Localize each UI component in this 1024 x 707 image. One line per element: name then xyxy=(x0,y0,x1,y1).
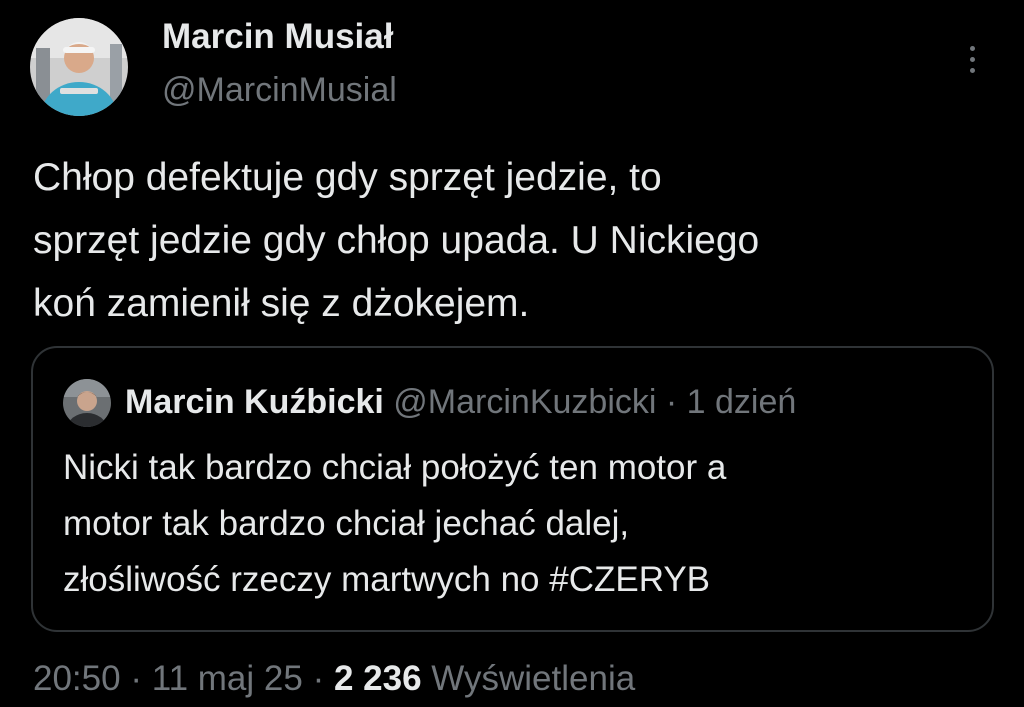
tweet-text-line: koń zamienił się z dżokejem. xyxy=(33,282,530,325)
separator-dot: · xyxy=(130,659,142,698)
quoted-tweet-time[interactable]: 1 dzień xyxy=(687,383,797,421)
tweet-text-line: sprzęt jedzie gdy chłop upada. U Nickieg… xyxy=(33,219,760,262)
views-label: Wyświetlenia xyxy=(431,659,636,698)
more-vertical-icon xyxy=(969,45,975,51)
views-count: 2 236 xyxy=(333,659,422,698)
more-options-button[interactable] xyxy=(956,36,988,82)
quoted-author-name[interactable]: Marcin Kuźbicki xyxy=(125,383,384,421)
quoted-text-line: złośliwość rzeczy martwych no #CZERYB xyxy=(63,560,711,599)
quoted-tweet[interactable]: Marcin Kuźbicki @MarcinKuzbicki · 1 dzie… xyxy=(31,346,994,632)
tweet[interactable]: Marcin Musiał @MarcinMusial Chłop defekt… xyxy=(0,0,1024,707)
quoted-author-handle[interactable]: @MarcinKuzbicki xyxy=(393,383,656,421)
more-vertical-icon xyxy=(969,67,975,73)
tweet-text: Chłop defektuje gdy sprzęt jedzie, to sp… xyxy=(33,146,993,335)
quoted-tweet-text: Nicki tak bardzo chciał położyć ten moto… xyxy=(63,440,983,608)
tweet-date[interactable]: 11 maj 25 xyxy=(152,659,303,698)
more-vertical-icon xyxy=(969,56,975,62)
quoted-text-line: Nicki tak bardzo chciał położyć ten moto… xyxy=(63,448,727,487)
tweet-metadata: 20:50 · 11 maj 25 · 2 236 Wyświetlenia xyxy=(33,656,635,702)
author-handle[interactable]: @MarcinMusial xyxy=(162,68,397,112)
quoted-author-avatar[interactable] xyxy=(63,379,111,427)
tweet-time[interactable]: 20:50 xyxy=(33,659,121,698)
quoted-text-line: motor tak bardzo chciał jechać dalej, xyxy=(63,504,630,543)
author-avatar[interactable] xyxy=(30,18,128,116)
separator-dot: · xyxy=(665,383,678,421)
tweet-text-line: Chłop defektuje gdy sprzęt jedzie, to xyxy=(33,156,662,199)
author-name[interactable]: Marcin Musiał xyxy=(162,14,393,60)
separator-dot: · xyxy=(312,659,325,698)
quoted-tweet-header: Marcin Kuźbicki @MarcinKuzbicki · 1 dzie… xyxy=(125,380,796,424)
